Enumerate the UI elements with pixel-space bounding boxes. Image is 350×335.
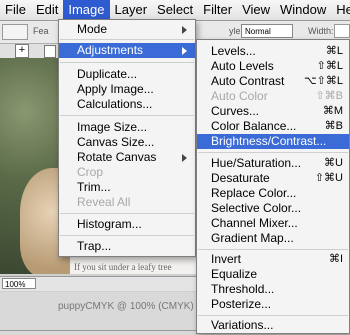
- menu-item-threshold[interactable]: Threshold...: [197, 282, 349, 297]
- submenu-arrow-icon: [182, 154, 187, 162]
- menu-item-brightness-contrast[interactable]: Brightness/Contrast...: [197, 134, 349, 149]
- menu-item-gradient-map[interactable]: Gradient Map...: [197, 231, 349, 246]
- menu-item-invert[interactable]: Invert ⌘I: [197, 252, 349, 267]
- separator: [60, 62, 194, 63]
- menu-item-crop: Crop: [77, 165, 104, 179]
- menu-item-auto-levels[interactable]: Auto Levels ⇧⌘L: [197, 59, 349, 74]
- menu-layer[interactable]: Layer: [110, 0, 153, 20]
- menu-item-selective-color[interactable]: Selective Color...: [197, 201, 349, 216]
- separator: [60, 213, 194, 214]
- separator: [60, 115, 194, 116]
- menu-item-equalize[interactable]: Equalize: [197, 267, 349, 282]
- menu-item-curves[interactable]: Curves... ⌘M: [197, 104, 349, 119]
- menu-item-auto-color: Auto Color ⇧⌘B: [211, 89, 343, 103]
- menu-item-mode[interactable]: Mode: [59, 22, 195, 37]
- adjustments-submenu: Levels... ⌘L Auto Levels ⇧⌘L Auto Contrast…: [196, 39, 350, 334]
- menu-edit[interactable]: Edit: [31, 0, 63, 20]
- separator: [60, 39, 194, 40]
- menu-item-variations[interactable]: Variations...: [197, 318, 349, 333]
- menu-image[interactable]: Image: [63, 0, 110, 20]
- menu-view[interactable]: View: [237, 0, 275, 20]
- menu-window[interactable]: Window: [275, 0, 331, 20]
- menu-filter[interactable]: Filter: [198, 0, 237, 20]
- zoom-in-button[interactable]: +: [15, 44, 29, 58]
- width-label: Width:: [308, 26, 334, 36]
- menu-bar: File Edit Image Layer Select Filter View…: [0, 0, 350, 21]
- menu-item-reveal-all: Reveal All: [77, 195, 131, 209]
- feather-label: Fea: [33, 26, 49, 36]
- menu-item-calculations[interactable]: Calculations...: [59, 97, 195, 112]
- menu-item-trim[interactable]: Trim...: [59, 180, 195, 195]
- submenu-arrow-icon: [182, 26, 187, 34]
- document-icon: [44, 45, 56, 58]
- document-title: puppyCMYK @ 100% (CMYK): [58, 301, 194, 312]
- menu-item-replace-color[interactable]: Replace Color...: [197, 186, 349, 201]
- menu-item-apply-image[interactable]: Apply Image...: [59, 82, 195, 97]
- menu-help[interactable]: Hel: [331, 0, 350, 20]
- zoom-field[interactable]: 100%: [2, 278, 36, 289]
- image-menu: Mode Adjustments Duplicate... Apply Imag…: [58, 19, 196, 257]
- menu-item-hue-saturation[interactable]: Hue/Saturation... ⌘U: [197, 156, 349, 171]
- menu-item-canvas-size[interactable]: Canvas Size...: [59, 135, 195, 150]
- menu-item-desaturate[interactable]: Desaturate ⇧⌘U: [197, 171, 349, 186]
- separator: [198, 249, 348, 250]
- menu-item-posterize[interactable]: Posterize...: [197, 297, 349, 312]
- submenu-arrow-icon: [182, 47, 187, 55]
- menu-item-duplicate[interactable]: Duplicate...: [59, 67, 195, 82]
- menu-item-histogram[interactable]: Histogram...: [59, 217, 195, 232]
- tool-preset-picker[interactable]: [2, 24, 28, 40]
- menu-item-auto-contrast[interactable]: Auto Contrast ⌥⇧⌘L: [197, 74, 349, 89]
- width-input[interactable]: [334, 24, 350, 38]
- menu-item-levels[interactable]: Levels... ⌘L: [197, 44, 349, 59]
- menu-item-color-balance[interactable]: Color Balance... ⌘B: [197, 119, 349, 134]
- separator: [198, 315, 348, 316]
- page-text-line: If you sit under a leafy tree: [74, 262, 172, 272]
- menu-item-image-size[interactable]: Image Size...: [59, 120, 195, 135]
- menu-item-channel-mixer[interactable]: Channel Mixer...: [197, 216, 349, 231]
- menu-file[interactable]: File: [0, 0, 31, 20]
- menu-item-adjustments[interactable]: Adjustments: [59, 43, 195, 58]
- separator: [198, 152, 348, 153]
- style-select[interactable]: Normal: [241, 24, 293, 38]
- menu-item-trap[interactable]: Trap...: [59, 239, 195, 254]
- separator: [60, 235, 194, 236]
- menu-select[interactable]: Select: [152, 0, 198, 20]
- menu-item-rotate-canvas[interactable]: Rotate Canvas: [59, 150, 195, 165]
